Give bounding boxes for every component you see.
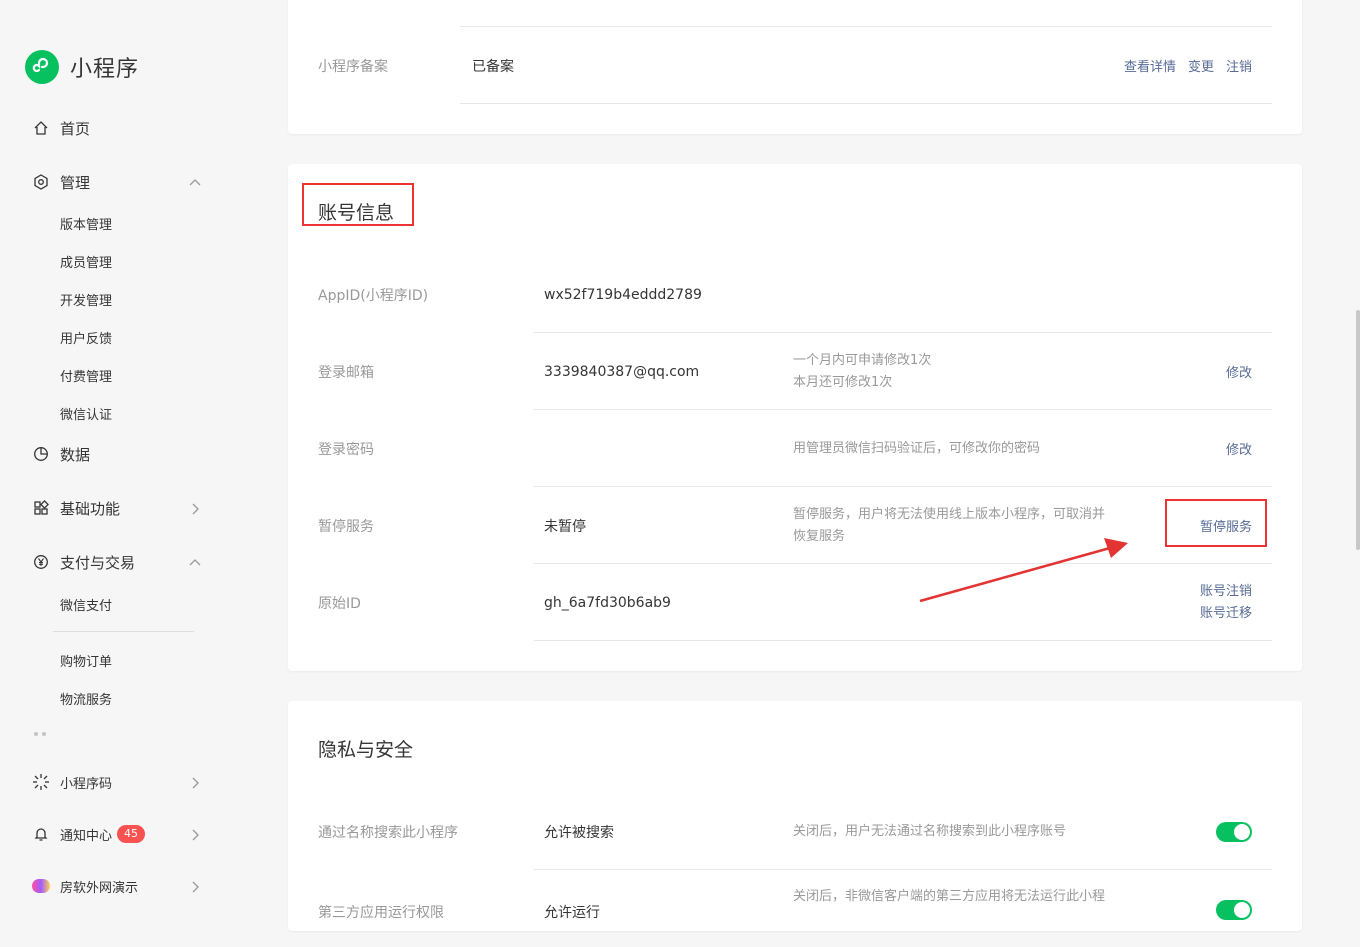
page-scrollbar[interactable] <box>1356 310 1360 550</box>
annotation-arrow-icon <box>919 538 1128 603</box>
